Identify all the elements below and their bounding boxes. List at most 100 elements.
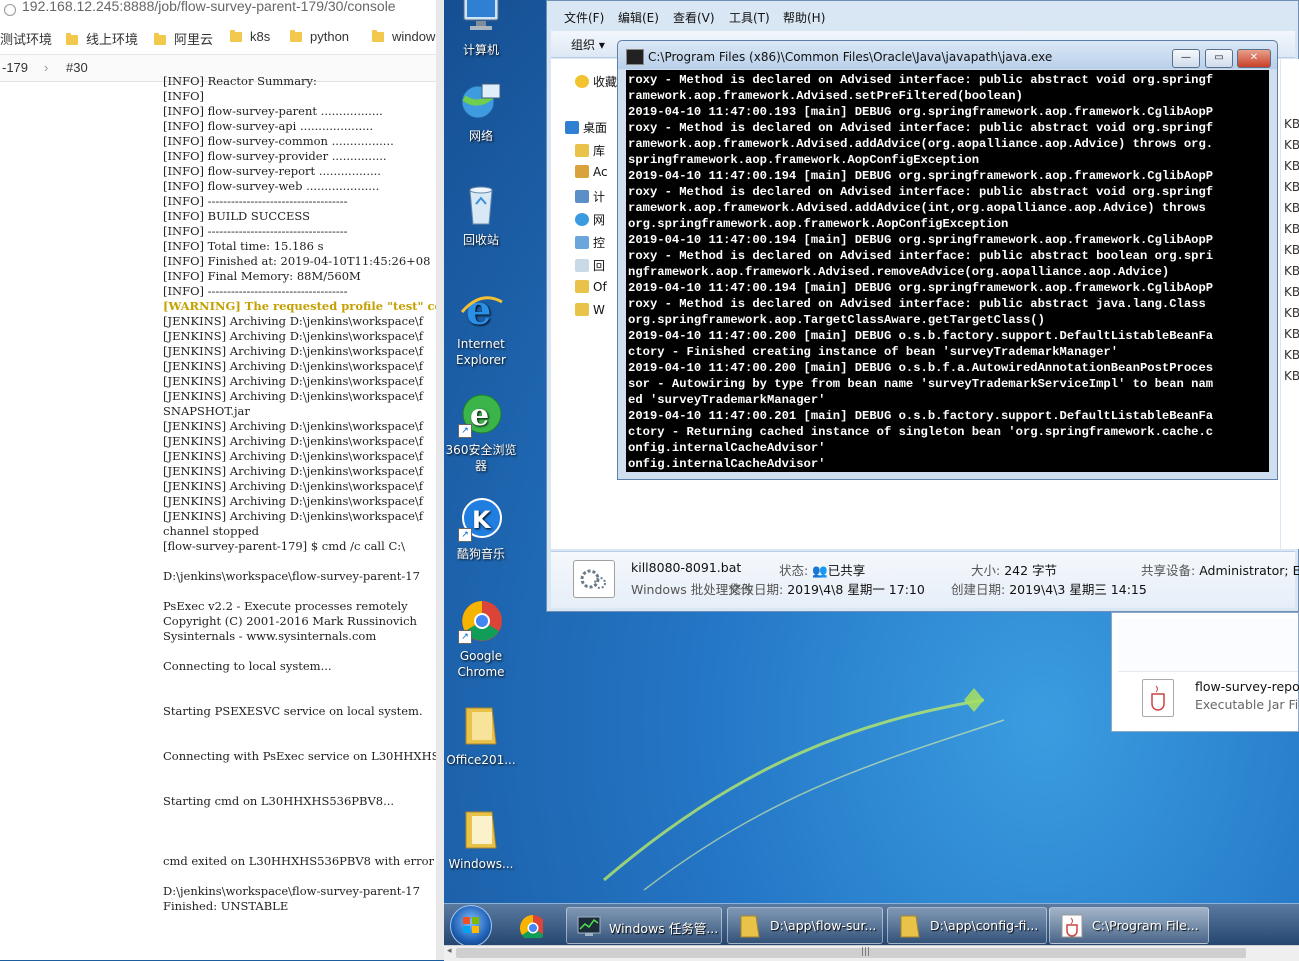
console-line: [JENKINS] Archiving D:\jenkins\workspace…: [163, 314, 424, 328]
nav-item-desktop[interactable]: 桌面: [565, 119, 607, 136]
nav-item-computer[interactable]: 计: [575, 188, 605, 205]
created-value: 2019\4\3 星期三 14:15: [1009, 582, 1147, 597]
bookmark-item[interactable]: 线上环境: [66, 29, 138, 47]
console-line: ramework.aop.framework.Advised.setPreFil…: [628, 89, 1023, 103]
desktop-icon-360-browser[interactable]: e ↗ 360安全浏览器: [444, 392, 521, 474]
folder-icon: [372, 30, 384, 42]
console-line: Connecting to local system...: [163, 659, 332, 673]
address-bar[interactable]: 192.168.12.245:8888/job/flow-survey-pare…: [0, 0, 436, 23]
taskbar: Windows 任务管... D:\app\flow-sur... D:\app…: [444, 903, 1299, 947]
bookmark-item[interactable]: window: [372, 29, 435, 47]
folder-icon: [66, 33, 78, 45]
address-text[interactable]: 192.168.12.245:8888/job/flow-survey-pare…: [22, 0, 396, 14]
nav-item-folder[interactable]: Of: [575, 280, 607, 294]
organize-button[interactable]: 组织 ▾: [571, 36, 605, 53]
minimize-button[interactable]: —: [1172, 49, 1200, 68]
close-button[interactable]: ✕: [1237, 49, 1271, 68]
nav-item-folder[interactable]: W: [575, 303, 605, 317]
window-title: C:\Program Files (x86)\Common Files\Orac…: [648, 50, 1053, 64]
bookmark-label: k8s: [250, 29, 271, 44]
size-cell: KB: [1284, 243, 1299, 257]
desktop-icon-office-folder[interactable]: Office201...: [444, 702, 521, 768]
console-line: ctory - Returning cached instance of sin…: [628, 425, 1214, 439]
taskbar-task-manager[interactable]: Windows 任务管...: [566, 907, 722, 944]
recycle-bin-icon: [458, 182, 504, 228]
scroll-left-icon[interactable]: ◂: [447, 946, 452, 956]
breadcrumb-item[interactable]: #30: [66, 60, 88, 75]
nav-item-library[interactable]: 库: [575, 142, 605, 159]
console-line: ngframework.aop.framework.Advised.remove…: [628, 265, 1170, 279]
console-text: roxy - Method is declared on Advised int…: [626, 70, 1269, 472]
horizontal-scrollbar[interactable]: ◂ |||: [444, 945, 1299, 961]
taskbar-folder-flow-survey[interactable]: D:\app\flow-sur...: [727, 907, 883, 944]
console-line: [JENKINS] Archiving D:\jenkins\workspace…: [163, 494, 424, 508]
console-line: 2019-04-10 11:47:00.200 [main] DEBUG o.s…: [628, 361, 1214, 375]
console-output[interactable]: roxy - Method is declared on Advised int…: [626, 70, 1269, 472]
window-title-bar[interactable]: C:\Program Files (x86)\Common Files\Orac…: [618, 41, 1277, 69]
console-line: [INFO] BUILD SUCCESS: [163, 209, 310, 223]
info-icon: [4, 4, 16, 16]
size-cell: KB: [1284, 306, 1299, 320]
desktop-icon-internet-explorer[interactable]: e Internet Explorer: [444, 286, 521, 368]
menu-item-file[interactable]: 文件(F): [564, 9, 604, 26]
folder-icon: [290, 30, 302, 42]
desktop-icon-label: 回收站: [462, 233, 499, 247]
bookmark-item[interactable]: k8s: [230, 29, 270, 47]
console-line: 2019-04-10 11:47:00.194 [main] DEBUG org…: [628, 169, 1214, 183]
maximize-button[interactable]: ▭: [1205, 49, 1233, 68]
network-icon: [458, 78, 504, 124]
file-name[interactable]: flow-survey-repo: [1195, 679, 1299, 694]
console-line: [INFO] flow-survey-web .................…: [163, 179, 380, 193]
size-column: KB KB KB KB KB KB KB KB KB KB KB KB KB: [1281, 59, 1299, 549]
desktop-icon-network[interactable]: 网络: [444, 78, 521, 144]
desktop-icon-recycle-bin[interactable]: 回收站: [444, 182, 521, 248]
console-line: [INFO] flow-survey-common ..............…: [163, 134, 394, 148]
nav-item-user[interactable]: Ac: [575, 165, 608, 179]
console-line: springframework.aop.framework.AopConfigE…: [628, 153, 980, 167]
desktop-icon-kugou[interactable]: K ↗ 酷狗音乐: [444, 496, 521, 562]
file-type: Executable Jar File: [1195, 697, 1299, 712]
nav-item-favorites[interactable]: 收藏: [575, 73, 617, 90]
shortcut-arrow-icon: ↗: [458, 630, 472, 644]
taskbar-folder-config[interactable]: D:\app\config-fi...: [887, 907, 1047, 944]
desktop-icon-windows-folder[interactable]: Windows...: [444, 806, 521, 872]
menu-item-edit[interactable]: 编辑(E): [618, 9, 659, 26]
nav-item-label: W: [593, 303, 605, 317]
nav-item-network[interactable]: 网: [575, 211, 605, 228]
360-browser-icon: e ↗: [458, 392, 504, 438]
desktop-icon-computer[interactable]: 计算机: [444, 0, 521, 58]
console-line: [INFO]: [163, 89, 204, 103]
taskbar-java-console[interactable]: C:\Program File...: [1049, 907, 1209, 944]
details-pane: kill8080-8091.bat Windows 批处理文件 状态: 👥已共享…: [551, 551, 1299, 608]
taskbar-chrome[interactable]: [506, 907, 561, 944]
bookmark-item[interactable]: 阿里云: [154, 29, 213, 47]
jar-file-icon: [1142, 679, 1174, 717]
nav-item-recycle-bin[interactable]: 回: [575, 257, 605, 274]
user-folder-icon: [575, 165, 589, 178]
console-line: org.springframework.aop.framework.AopCon…: [628, 217, 1009, 231]
console-output: [INFO] Reactor Summary: [INFO] [INFO] flow…: [163, 74, 436, 914]
svg-text:e: e: [466, 287, 491, 332]
desktop-icon-label: 网络: [468, 129, 493, 143]
menu-item-help[interactable]: 帮助(H): [783, 9, 825, 26]
desktop-icon-label: Office201...: [446, 753, 516, 767]
svg-text:K: K: [472, 506, 492, 534]
console-line: Starting cmd on L30HHXHS536PBV8...: [163, 794, 395, 808]
bookmark-item[interactable]: 测试环境: [0, 29, 52, 47]
console-line: Sysinternals - www.sysinternals.com: [163, 629, 377, 643]
start-button[interactable]: [450, 905, 492, 947]
console-line: sor - Autowiring by type from bean name …: [628, 377, 1214, 391]
console-line: ramework.aop.framework.Advised.addAdvice…: [628, 201, 1206, 215]
desktop-icon-chrome[interactable]: ↗ Google Chrome: [444, 598, 521, 680]
breadcrumb-item[interactable]: -179: [2, 60, 28, 75]
file-list[interactable]: [1118, 619, 1298, 672]
scrollbar-thumb[interactable]: |||: [456, 947, 1246, 958]
console-line: [INFO] Finished at: 2019-04-10T11:45:26+…: [163, 254, 431, 268]
nav-item-control-panel[interactable]: 控: [575, 234, 605, 251]
console-line: roxy - Method is declared on Advised int…: [628, 249, 1214, 263]
bookmark-item[interactable]: python: [290, 29, 349, 47]
menu-item-view[interactable]: 查看(V): [673, 9, 715, 26]
vertical-scrollbar[interactable]: [436, 0, 444, 960]
menu-item-tools[interactable]: 工具(T): [729, 9, 770, 26]
